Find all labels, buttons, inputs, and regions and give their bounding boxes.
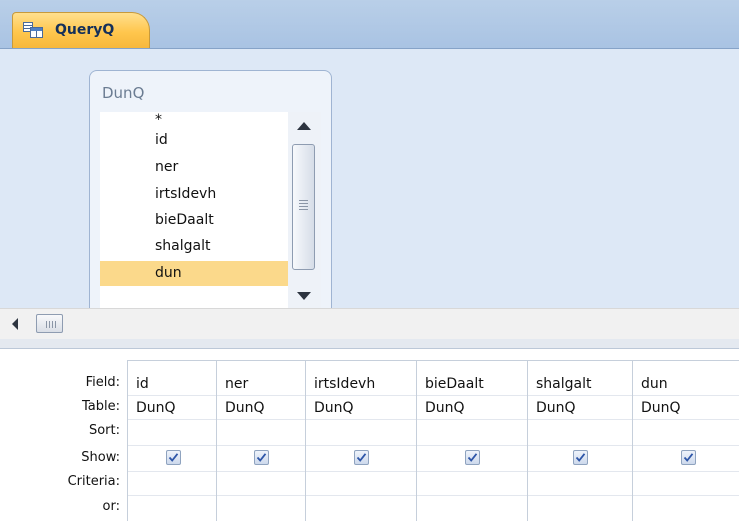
grid-column-shalgalt: shalgalt DunQ <box>527 361 632 521</box>
table-cell[interactable]: DunQ <box>417 396 527 420</box>
grid-column-irtsidevh: irtsIdevh DunQ <box>305 361 416 521</box>
pane-splitter[interactable] <box>0 339 739 349</box>
show-checkbox[interactable] <box>254 450 269 465</box>
criteria-cell[interactable] <box>128 472 216 496</box>
or-cell[interactable] <box>633 496 739 520</box>
field-cell[interactable]: ner <box>217 372 305 396</box>
or-cell[interactable] <box>528 496 632 520</box>
field-cell[interactable]: dun <box>633 372 739 396</box>
row-label-table: Table: <box>82 399 120 414</box>
or-cell[interactable] <box>417 496 527 520</box>
field-list-item-irtsidevh[interactable]: irtsIdevh <box>100 182 288 207</box>
grid-columns: id DunQ ner DunQ irtsIdevh DunQ bieDaalt… <box>127 360 739 521</box>
field-list-item-biedaalt[interactable]: bieDaalt <box>100 208 288 233</box>
horizontal-scrollbar-thumb[interactable] <box>36 314 63 333</box>
row-label-or: or: <box>102 499 120 514</box>
sort-cell[interactable] <box>217 420 305 444</box>
show-checkbox[interactable] <box>166 450 181 465</box>
table-cell[interactable]: DunQ <box>217 396 305 420</box>
grid-column-dun: dun DunQ <box>632 361 739 521</box>
show-checkbox[interactable] <box>354 450 369 465</box>
field-cell[interactable]: irtsIdevh <box>306 372 416 396</box>
field-cell[interactable]: id <box>128 372 216 396</box>
scroll-up-arrow-icon[interactable] <box>297 122 311 130</box>
field-cell[interactable]: shalgalt <box>528 372 632 396</box>
field-list: * id ner irtsIdevh bieDaalt shalgalt dun <box>100 112 288 309</box>
sort-cell[interactable] <box>417 420 527 444</box>
criteria-cell[interactable] <box>417 472 527 496</box>
or-cell[interactable] <box>306 496 416 520</box>
table-field-list-window[interactable]: DunQ * id ner irtsIdevh bieDaalt shalgal… <box>89 70 332 309</box>
grid-column-id: id DunQ <box>127 361 216 521</box>
field-list-item-id[interactable]: id <box>100 128 288 153</box>
field-list-item-shalgalt[interactable]: shalgalt <box>100 234 288 259</box>
table-cell[interactable]: DunQ <box>128 396 216 420</box>
query-design-grid: Field: Table: Sort: Show: Criteria: or: … <box>0 349 739 521</box>
row-label-show: Show: <box>81 450 120 465</box>
grid-column-ner: ner DunQ <box>216 361 305 521</box>
criteria-cell[interactable] <box>217 472 305 496</box>
show-checkbox[interactable] <box>465 450 480 465</box>
row-label-sort: Sort: <box>88 423 120 438</box>
or-cell[interactable] <box>128 496 216 520</box>
horizontal-scrollbar[interactable] <box>0 308 739 340</box>
field-list-item-ner[interactable]: ner <box>100 155 288 180</box>
criteria-cell[interactable] <box>528 472 632 496</box>
scrollbar-thumb[interactable] <box>292 144 315 270</box>
query-icon <box>23 22 43 38</box>
field-list-item-dun[interactable]: dun <box>100 261 288 286</box>
grid-column-biedaalt: bieDaalt DunQ <box>416 361 527 521</box>
query-document-tab[interactable]: QueryQ <box>12 12 150 48</box>
field-cell[interactable]: bieDaalt <box>417 372 527 396</box>
table-cell[interactable]: DunQ <box>528 396 632 420</box>
row-label-field: Field: <box>85 375 120 390</box>
table-design-pane: DunQ * id ner irtsIdevh bieDaalt shalgal… <box>0 49 739 309</box>
sort-cell[interactable] <box>128 420 216 444</box>
show-checkbox[interactable] <box>573 450 588 465</box>
scroll-left-arrow-icon[interactable] <box>12 318 18 330</box>
sort-cell[interactable] <box>528 420 632 444</box>
tab-title: QueryQ <box>55 22 115 38</box>
sort-cell[interactable] <box>306 420 416 444</box>
sort-cell[interactable] <box>633 420 739 444</box>
row-label-criteria: Criteria: <box>67 474 120 489</box>
criteria-cell[interactable] <box>306 472 416 496</box>
or-cell[interactable] <box>217 496 305 520</box>
table-cell[interactable]: DunQ <box>306 396 416 420</box>
show-checkbox[interactable] <box>681 450 696 465</box>
table-cell[interactable]: DunQ <box>633 396 739 420</box>
criteria-cell[interactable] <box>633 472 739 496</box>
scroll-down-arrow-icon[interactable] <box>297 292 311 300</box>
field-list-scrollbar[interactable] <box>288 112 321 309</box>
document-tab-strip: QueryQ <box>0 0 739 49</box>
table-window-title: DunQ <box>102 84 145 102</box>
